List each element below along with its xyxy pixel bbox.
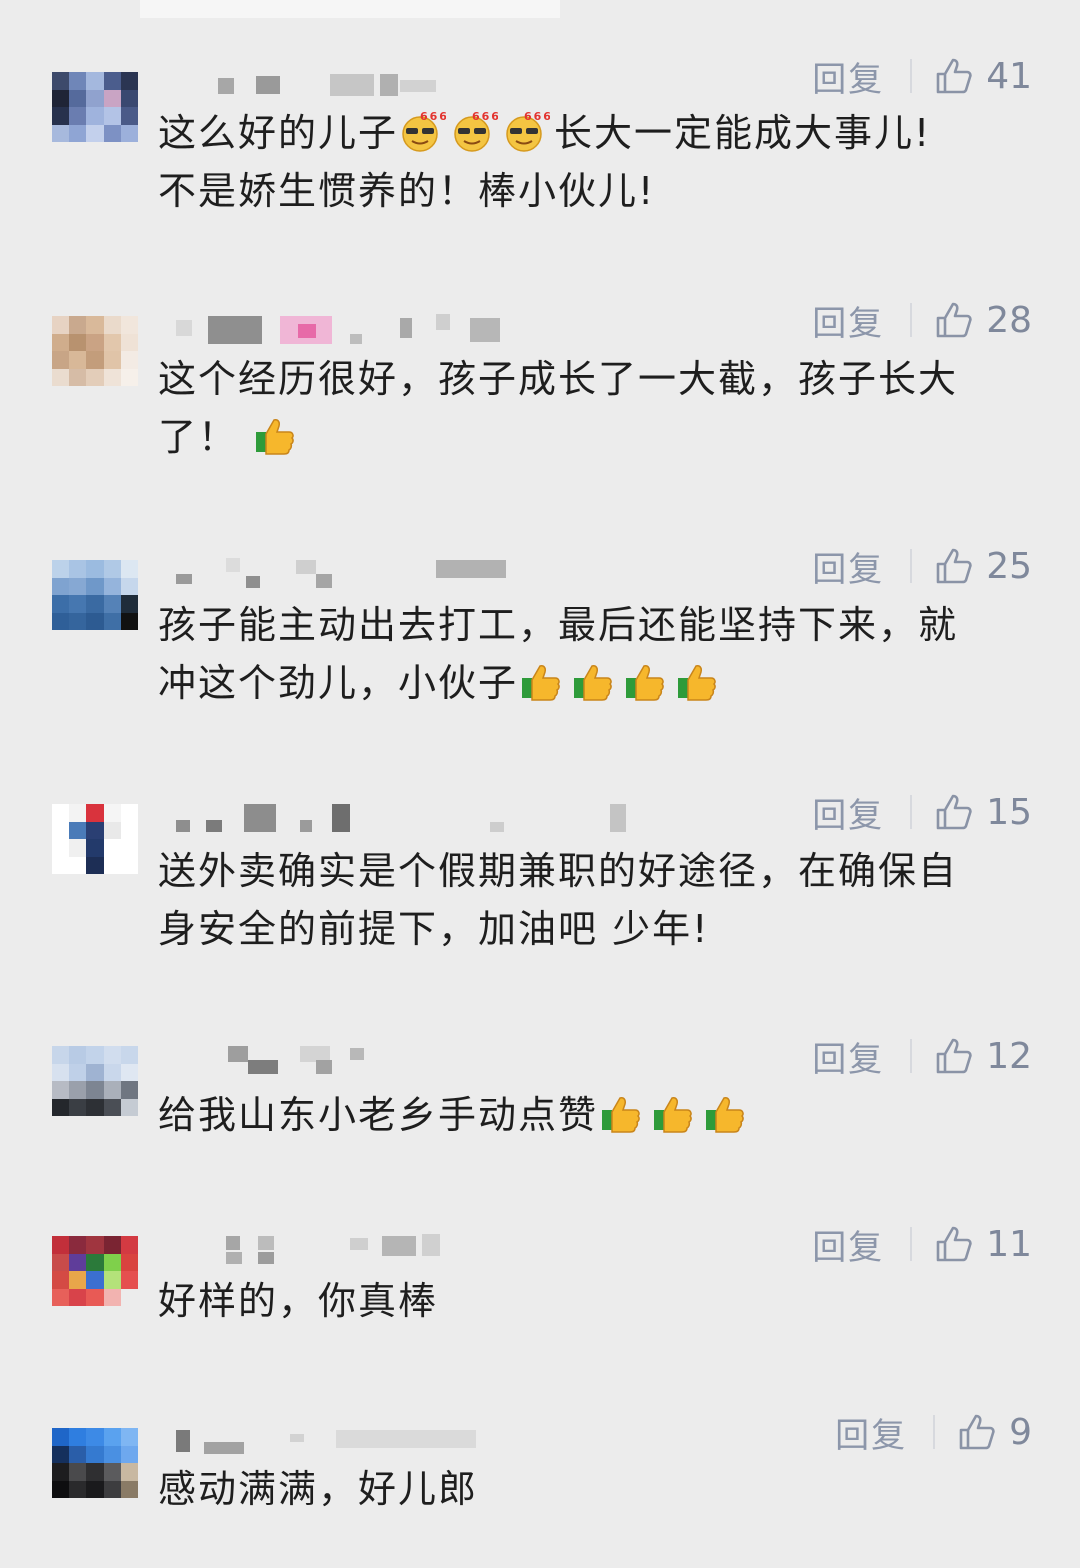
comment-text: 感动满满，好儿郎 [158, 1467, 479, 1511]
comment-actions: 回复 12 [812, 1032, 1032, 1081]
comment-text: 送外卖确实是个假期兼职的好途径，在确保自 身安全的前提下，加油吧 少年! [158, 849, 959, 951]
comment-actions: 回复 41 [812, 52, 1032, 101]
avatar[interactable] [52, 316, 138, 386]
reply-button[interactable]: 回复 [812, 52, 884, 101]
reply-button[interactable]: 回复 [812, 788, 884, 837]
thumbs-up-emoji-icon [570, 658, 618, 702]
avatar[interactable] [52, 560, 138, 630]
thumbs-up-emoji-icon [674, 658, 722, 702]
like-button[interactable]: 25 [934, 546, 1032, 587]
thumbs-up-icon [936, 1226, 972, 1262]
avatar[interactable] [52, 1428, 138, 1498]
divider [910, 59, 913, 93]
reply-button[interactable]: 回复 [835, 1408, 907, 1457]
reply-button[interactable]: 回复 [812, 1220, 884, 1269]
comment-text: 这个经历很好，孩子成长了一大截，孩子长大 了！ [158, 357, 959, 459]
thumbs-up-emoji-icon [702, 1090, 750, 1134]
avatar[interactable] [52, 1046, 138, 1116]
svg-text:666: 666 [524, 110, 550, 123]
666-sunglasses-emoji-icon: 666 [450, 108, 499, 152]
divider [910, 1039, 913, 1073]
like-count: 41 [986, 55, 1032, 97]
username-blurred[interactable] [160, 70, 640, 100]
divider [910, 303, 913, 337]
comment-text: 这么好的儿子 666 666 666 长大一定能成大事儿! 不是娇生惯养的！棒小伙儿! [158, 108, 932, 213]
reply-button[interactable]: 回复 [812, 542, 884, 591]
comment-text: 给我山东小老乡手动点赞 [158, 1086, 1040, 1144]
reply-button[interactable]: 回复 [812, 296, 884, 345]
username-blurred[interactable] [160, 1044, 640, 1074]
thumbs-up-icon [936, 1038, 972, 1074]
thumbs-up-icon [959, 1414, 995, 1450]
divider [910, 795, 913, 829]
like-count: 15 [986, 791, 1032, 833]
thumbs-up-emoji-icon [598, 1090, 646, 1134]
comment-text: 孩子能主动出去打工，最后还能坚持下来，就 冲这个劲儿，小伙子 [158, 603, 959, 705]
thumbs-up-icon [936, 302, 972, 338]
avatar[interactable] [52, 1236, 138, 1306]
divider [933, 1415, 936, 1449]
thumbs-up-emoji-icon [650, 1090, 698, 1134]
svg-text:666: 666 [420, 110, 446, 123]
username-blurred[interactable] [160, 802, 640, 832]
thumbs-up-emoji-icon [622, 658, 670, 702]
divider [910, 549, 913, 583]
like-count: 11 [986, 1223, 1032, 1265]
comment-actions: 回复 25 [812, 542, 1032, 591]
comment-actions: 回复 28 [812, 296, 1032, 345]
svg-text:666: 666 [472, 110, 498, 123]
reply-button[interactable]: 回复 [812, 1032, 884, 1081]
avatar[interactable] [52, 72, 138, 142]
thumbs-up-icon [936, 548, 972, 584]
like-count: 25 [986, 545, 1032, 587]
like-button[interactable]: 9 [957, 1412, 1032, 1453]
username-blurred[interactable] [160, 558, 640, 588]
thumbs-up-emoji-icon [518, 658, 566, 702]
like-button[interactable]: 41 [934, 56, 1032, 97]
666-sunglasses-emoji-icon: 666 [398, 108, 447, 152]
like-button[interactable]: 11 [934, 1224, 1032, 1265]
comment-actions: 回复 15 [812, 788, 1032, 837]
666-sunglasses-emoji-icon: 666 [502, 108, 551, 152]
avatar[interactable] [52, 804, 138, 874]
like-count: 12 [986, 1035, 1032, 1077]
like-count: 9 [1009, 1411, 1032, 1453]
comment-text: 好样的，你真棒 [158, 1279, 439, 1323]
like-button[interactable]: 12 [934, 1036, 1032, 1077]
like-button[interactable]: 15 [934, 792, 1032, 833]
like-button[interactable]: 28 [934, 300, 1032, 341]
thumbs-up-icon [936, 794, 972, 830]
divider [910, 1227, 913, 1261]
username-blurred[interactable] [160, 1234, 640, 1264]
username-blurred[interactable] [160, 314, 640, 344]
comment-actions: 回复 11 [812, 1220, 1032, 1269]
top-strip [140, 0, 560, 18]
comment-actions: 回复 9 [835, 1408, 1032, 1457]
username-blurred[interactable] [160, 1426, 640, 1456]
thumbs-up-icon [936, 58, 972, 94]
thumbs-up-emoji-icon [252, 412, 300, 456]
like-count: 28 [986, 299, 1032, 341]
